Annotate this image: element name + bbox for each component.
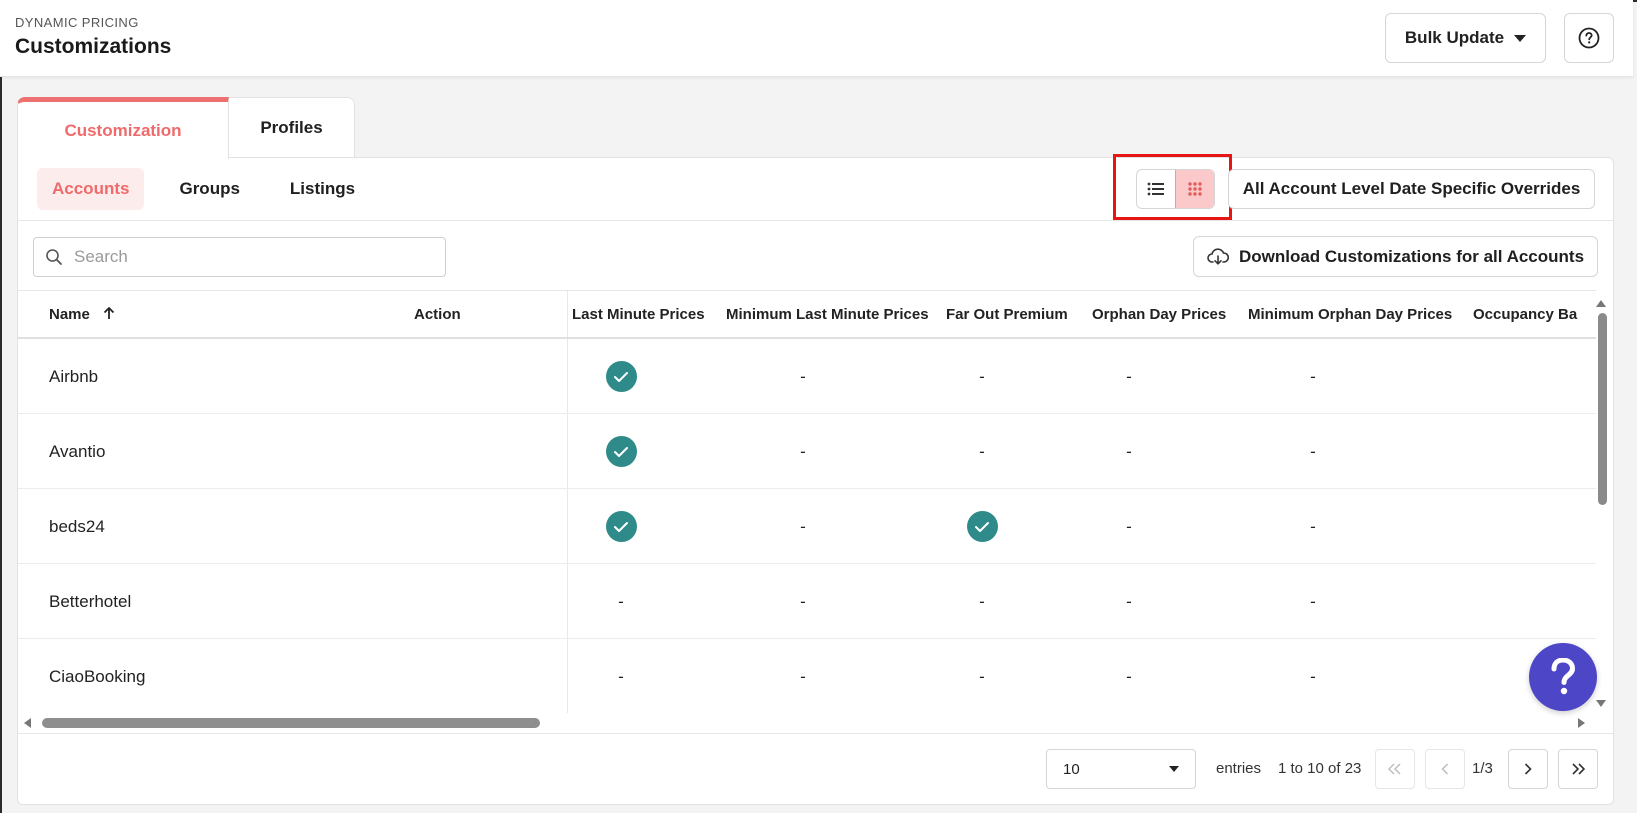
scroll-left-arrow-icon[interactable] [24,718,31,728]
empty-value: - [979,441,985,461]
toolbar-divider [18,220,1614,221]
page-size-value: 10 [1063,760,1080,778]
check-circle-icon [605,361,637,392]
empty-value: - [800,666,806,686]
empty-value: - [1126,516,1132,536]
page-indicator: 1/3 [1472,760,1493,777]
empty-value: - [1310,516,1316,536]
account-name: Avantio [49,441,106,461]
customizations-table: Name Action Last Minute Prices Minimum L… [18,291,1596,713]
chevron-right-icon [1524,763,1532,775]
column-header-orphan-day-prices[interactable]: Orphan Day Prices [1092,306,1226,323]
empty-value: - [800,591,806,611]
pagination-range: 1 to 10 of 23 [1278,760,1362,777]
empty-value: - [1126,591,1132,611]
table-row[interactable]: Airbnb - - - - [18,339,1596,414]
column-header-min-last-minute-prices[interactable]: Minimum Last Minute Prices [726,306,929,323]
sort-ascending-icon [103,307,115,319]
table-header: Name Action Last Minute Prices Minimum L… [18,291,1596,339]
vertical-scrollbar-thumb[interactable] [1598,313,1607,505]
double-chevron-right-icon [1572,763,1585,775]
tab-profiles[interactable]: Profiles [228,97,355,157]
next-page-button[interactable] [1508,749,1548,789]
page-eyebrow: DYNAMIC PRICING [15,15,139,30]
horizontal-scrollbar-thumb[interactable] [42,718,540,728]
empty-value: - [800,366,806,386]
previous-page-button[interactable] [1425,749,1465,789]
empty-value: - [979,666,985,686]
tab-profiles-label: Profiles [260,117,323,137]
download-button-label: Download Customizations for all Accounts [1238,246,1585,266]
empty-value: - [1310,441,1316,461]
download-customizations-button[interactable]: Download Customizations for all Accounts [1193,236,1598,277]
question-circle-icon [1578,27,1600,49]
date-specific-overrides-button[interactable]: All Account Level Date Specific Override… [1228,169,1595,209]
search-icon [34,248,74,266]
page-title: Customizations [15,35,172,58]
bulk-update-label: Bulk Update [1404,28,1505,47]
search-field[interactable] [33,237,446,277]
table-row[interactable]: Avantio - - - - [18,414,1596,489]
empty-value: - [1126,366,1132,386]
cloud-download-icon [1207,247,1229,265]
entries-label: entries [1216,760,1262,777]
empty-value: - [979,591,985,611]
double-chevron-left-icon [1388,763,1401,775]
account-name: Betterhotel [49,591,132,611]
empty-value: - [1310,666,1316,686]
empty-value: - [979,366,985,386]
empty-value: - [800,516,806,536]
empty-value: - [618,591,624,611]
column-header-action: Action [414,306,461,323]
table-row[interactable]: CiaoBooking - - - - - [18,639,1596,713]
column-header-min-orphan-day-prices[interactable]: Minimum Orphan Day Prices [1248,306,1452,323]
empty-value: - [1126,441,1132,461]
search-input[interactable] [74,247,434,267]
check-cell [952,489,1012,564]
floating-help-button[interactable] [1529,643,1597,711]
check-circle-icon [966,511,998,542]
column-header-occupancy[interactable]: Occupancy Ba [1473,306,1577,323]
page-size-select[interactable]: 10 [1046,749,1196,789]
check-cell [591,339,651,414]
table-row[interactable]: beds24 - - - [18,489,1596,564]
subtab-listings[interactable]: Listings [275,168,370,210]
check-cell [591,414,651,489]
highlight-annotation-box [1113,154,1232,220]
empty-value: - [800,441,806,461]
scroll-up-arrow-icon[interactable] [1596,300,1606,307]
empty-value: - [618,666,624,686]
sub-tabs: Accounts Groups Listings [37,168,390,210]
column-header-last-minute-prices[interactable]: Last Minute Prices [572,306,705,323]
empty-value: - [1126,666,1132,686]
empty-value: - [1310,591,1316,611]
account-name: beds24 [49,516,105,536]
subtab-groups[interactable]: Groups [164,168,254,210]
table-row[interactable]: Betterhotel - - - - - [18,564,1596,639]
chevron-left-icon [1441,763,1449,775]
first-page-button[interactable] [1375,749,1415,789]
last-page-button[interactable] [1558,749,1598,789]
scroll-right-arrow-icon[interactable] [1578,718,1585,728]
question-mark-icon [1551,658,1576,695]
subtab-accounts[interactable]: Accounts [37,168,145,210]
tab-customization-label: Customization [64,120,182,140]
column-header-far-out-premium[interactable]: Far Out Premium [946,306,1068,323]
tab-customization[interactable]: Customization [17,97,229,159]
scroll-down-arrow-icon[interactable] [1596,700,1606,707]
empty-value: - [1310,366,1316,386]
caret-down-icon [1514,34,1527,42]
caret-down-icon [1169,766,1179,772]
pagination-divider [18,733,1614,734]
help-button[interactable] [1564,13,1614,63]
check-cell [591,489,651,564]
page-header: DYNAMIC PRICING Customizations Bulk Upda… [0,0,1633,77]
check-circle-icon [605,511,637,542]
account-name: Airbnb [49,366,99,386]
bulk-update-button[interactable]: Bulk Update [1385,13,1546,63]
account-name: CiaoBooking [49,666,146,686]
check-circle-icon [605,436,637,467]
column-header-name-label: Name [49,306,90,323]
column-header-name[interactable]: Name [49,306,116,323]
